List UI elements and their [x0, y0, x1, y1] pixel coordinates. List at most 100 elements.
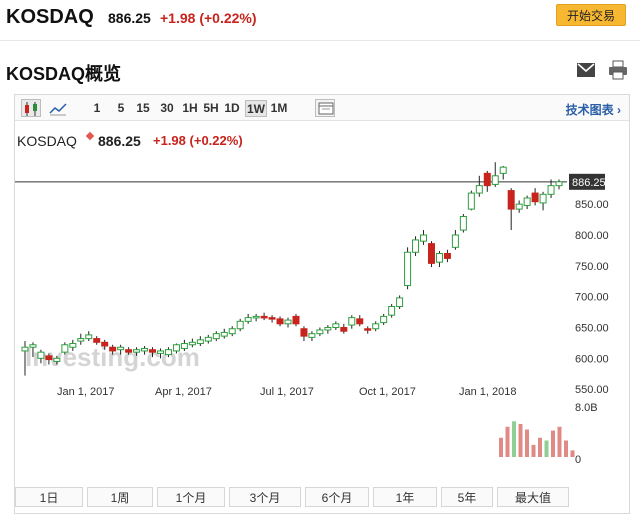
candle: [244, 317, 252, 322]
range-button[interactable]: 5年: [441, 487, 493, 507]
candlestick-chart[interactable]: Investing.com850.00800.00750.00700.00650…: [15, 121, 629, 483]
candle: [515, 203, 523, 210]
symbol-title: KOSDAQ: [6, 6, 94, 28]
x-tick-label: Apr 1, 2017: [155, 386, 212, 398]
volume-bar: [531, 444, 536, 457]
candle: [372, 323, 380, 330]
candle: [228, 328, 236, 335]
range-button[interactable]: 1年: [373, 487, 437, 507]
price-tick-label: 600.00: [575, 353, 609, 365]
area-chart-icon[interactable]: [47, 99, 67, 117]
candle: [61, 344, 69, 353]
candle: [451, 234, 459, 248]
candle: [332, 323, 340, 329]
volume-bar: [518, 424, 523, 457]
indicators-icon[interactable]: [315, 99, 335, 117]
timeframe-5[interactable]: 5: [115, 100, 127, 117]
candle: [388, 306, 396, 316]
candle: [539, 193, 547, 204]
candle: [260, 315, 268, 319]
candle: [499, 166, 507, 174]
price-tick-label: 650.00: [575, 323, 609, 335]
candle: [276, 318, 284, 325]
print-icon[interactable]: [608, 60, 628, 80]
candle: [164, 349, 172, 356]
candle: [85, 334, 93, 340]
candle: [292, 315, 300, 325]
technical-chart-link[interactable]: 技术图表 ›: [566, 101, 621, 118]
price-tick-label: 850.00: [575, 199, 609, 211]
volume-axis-min: 0: [575, 454, 581, 466]
timeframe-1m[interactable]: 1M: [269, 100, 289, 117]
start-trading-button[interactable]: 开始交易: [556, 4, 626, 26]
timeframe-1w[interactable]: 1W: [245, 100, 267, 117]
candle: [196, 339, 204, 345]
technical-chart-label: 技术图表: [565, 103, 614, 117]
timeframe-5h[interactable]: 5H: [202, 100, 220, 117]
x-tick-label: Jan 1, 2017: [57, 386, 115, 398]
candle: [491, 175, 499, 185]
candle: [507, 190, 515, 210]
x-tick-label: Jul 1, 2017: [260, 386, 314, 398]
volume-bar: [538, 437, 542, 457]
range-button[interactable]: 1周: [87, 487, 153, 507]
candle: [109, 346, 117, 352]
candle: [300, 328, 308, 337]
candle: [348, 317, 356, 326]
volume-bar: [499, 437, 503, 457]
candle: [77, 338, 85, 342]
candle: [220, 331, 228, 337]
candle: [252, 315, 260, 319]
range-button[interactable]: 3个月: [229, 487, 301, 507]
candle: [531, 192, 539, 203]
candle: [204, 336, 212, 342]
timeframe-1h[interactable]: 1H: [181, 100, 199, 117]
volume-bar: [544, 440, 549, 457]
timeframe-1d[interactable]: 1D: [223, 100, 241, 117]
candle: [53, 357, 61, 362]
candle: [21, 346, 29, 352]
candle: [308, 333, 316, 338]
range-button[interactable]: 最大值: [497, 487, 569, 507]
candle: [364, 328, 372, 331]
candle: [483, 172, 491, 187]
mail-icon[interactable]: [576, 60, 596, 80]
chart-area: Investing.com 850.00 800.00 750.00 700.00 650…: [15, 121, 629, 488]
price-tick-label: 750.00: [575, 261, 609, 273]
candlestick-chart-icon[interactable]: [21, 99, 41, 117]
x-tick-label: Oct 1, 2017: [359, 386, 416, 398]
candle: [412, 239, 420, 253]
candle: [420, 234, 428, 242]
price-tick-label: 700.00: [575, 292, 609, 304]
range-button[interactable]: 1日: [15, 487, 83, 507]
candle: [149, 349, 157, 353]
candle: [459, 216, 467, 231]
range-button[interactable]: 6个月: [305, 487, 369, 507]
candle: [188, 341, 196, 346]
candle: [547, 185, 555, 195]
candle: [45, 355, 53, 361]
price-tick-label: 550.00: [575, 384, 609, 396]
range-button[interactable]: 1个月: [157, 487, 225, 507]
timeframe-30[interactable]: 30: [159, 100, 175, 117]
x-tick-label: Jan 1, 2018: [459, 386, 517, 398]
candle: [427, 243, 435, 264]
candle: [29, 344, 37, 348]
overview-title: KOSDAQ概览: [6, 64, 122, 84]
chart-panel: 1 5 15 30 1H 5H 1D 1W 1M 技术图表 › KOSDAQ 8…: [14, 94, 630, 514]
volume-bar: [557, 426, 562, 457]
quote-header: KOSDAQ 886.25 +1.98 (+0.22%) 开始交易: [0, 0, 640, 40]
candle: [212, 333, 220, 340]
candle: [475, 185, 483, 194]
candle: [467, 192, 475, 210]
candle: [141, 347, 149, 352]
timeframe-15[interactable]: 15: [135, 100, 151, 117]
price-tick-label: 800.00: [575, 230, 609, 242]
candle: [37, 351, 45, 359]
candle: [172, 344, 180, 352]
timeframe-1[interactable]: 1: [91, 100, 103, 117]
header-divider: [0, 40, 640, 41]
candle: [133, 349, 141, 353]
chevron-right-icon: ›: [617, 103, 621, 117]
candle: [268, 317, 276, 320]
